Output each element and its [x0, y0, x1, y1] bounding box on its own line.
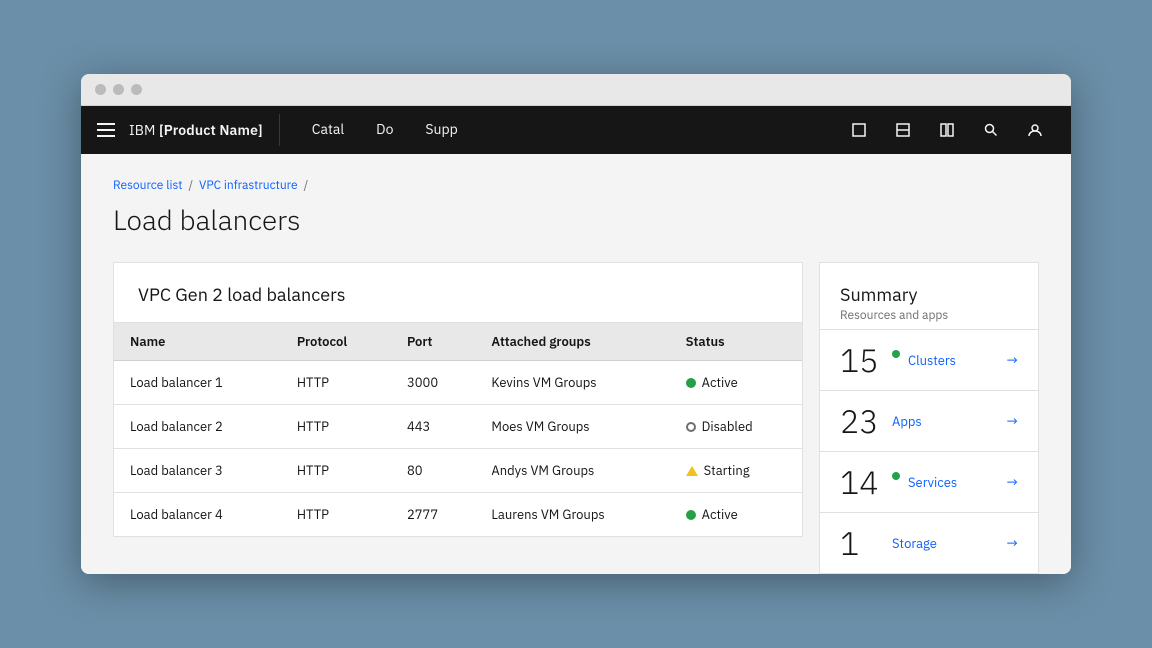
cell-name-3: Load balancer 3 [114, 449, 281, 493]
page-title: Load balancers [113, 201, 1039, 238]
status-dot-gray [686, 422, 696, 432]
col-name: Name [114, 323, 281, 361]
status-badge-active-4: Active [686, 506, 786, 523]
status-badge-starting-3: Starting [686, 462, 786, 479]
status-badge-active-1: Active [686, 374, 786, 391]
cell-groups-2: Moes VM Groups [475, 405, 669, 449]
breadcrumb-sep-2: / [304, 178, 309, 193]
status-text-2: Disabled [702, 418, 753, 435]
cell-status-4: Active [670, 493, 802, 537]
col-port: Port [391, 323, 475, 361]
cell-port-1: 3000 [391, 361, 475, 405]
summary-dot-clusters [892, 350, 900, 358]
load-balancers-table: Name Protocol Port Attached groups Statu… [114, 323, 802, 536]
summary-title: Summary [840, 283, 1018, 306]
nav-link-docs[interactable]: Do [360, 106, 409, 154]
cell-groups-4: Laurens VM Groups [475, 493, 669, 537]
breadcrumb: Resource list / VPC infrastructure / [113, 178, 1039, 193]
summary-dot-services [892, 472, 900, 480]
summary-arrow-services[interactable]: → [1007, 473, 1018, 491]
summary-sidebar: Summary Resources and apps 15 Clusters → [819, 262, 1039, 574]
browser-chrome [81, 74, 1071, 106]
cell-protocol-2: HTTP [281, 405, 391, 449]
search-icon[interactable] [971, 106, 1011, 154]
cell-protocol-1: HTTP [281, 361, 391, 405]
breadcrumb-vpc[interactable]: VPC infrastructure [199, 178, 298, 193]
summary-item-services[interactable]: 14 Services → [820, 451, 1038, 512]
cell-port-3: 80 [391, 449, 475, 493]
cell-protocol-3: HTTP [281, 449, 391, 493]
brand-name: IBM [Product Name] [129, 121, 263, 139]
table-row[interactable]: Load balancer 1 HTTP 3000 Kevins VM Grou… [114, 361, 802, 405]
nav-link-catalog[interactable]: Catal [296, 106, 360, 154]
main-layout: VPC Gen 2 load balancers Name Protocol P… [113, 262, 1039, 574]
cell-name-4: Load balancer 4 [114, 493, 281, 537]
user-icon[interactable] [1015, 106, 1055, 154]
nav-links: Catal Do Supp [296, 106, 839, 154]
summary-header: Summary Resources and apps [820, 263, 1038, 329]
content-layer: Resource list / VPC infrastructure / Loa… [81, 154, 1071, 574]
cell-port-2: 443 [391, 405, 475, 449]
hamburger-menu-icon[interactable] [97, 123, 115, 137]
browser-dot-red [95, 84, 106, 95]
summary-count-apps: 23 [840, 405, 884, 437]
cell-protocol-4: HTTP [281, 493, 391, 537]
summary-arrow-apps[interactable]: → [1007, 412, 1018, 430]
summary-subtitle: Resources and apps [840, 308, 1018, 323]
cell-status-3: Starting [670, 449, 802, 493]
status-text-3: Starting [704, 462, 750, 479]
table-row[interactable]: Load balancer 2 HTTP 443 Moes VM Groups … [114, 405, 802, 449]
table-section-title: VPC Gen 2 load balancers [114, 263, 802, 323]
summary-count-storage: 1 [840, 527, 884, 559]
summary-item-storage[interactable]: 1 Storage → [820, 512, 1038, 573]
top-nav: IBM [Product Name] Catal Do Supp [81, 106, 1071, 154]
nav-icon-layout2[interactable] [883, 106, 923, 154]
summary-link-services[interactable]: Services [908, 474, 999, 491]
table-section: VPC Gen 2 load balancers Name Protocol P… [113, 262, 803, 537]
nav-actions [839, 106, 1055, 154]
status-dot-green-4 [686, 510, 696, 520]
status-badge-disabled-2: Disabled [686, 418, 786, 435]
col-protocol: Protocol [281, 323, 391, 361]
col-groups: Attached groups [475, 323, 669, 361]
summary-arrow-clusters[interactable]: → [1007, 351, 1018, 369]
status-triangle-warning [686, 466, 698, 476]
table-body: Load balancer 1 HTTP 3000 Kevins VM Grou… [114, 361, 802, 537]
cell-port-4: 2777 [391, 493, 475, 537]
summary-arrow-storage[interactable]: → [1007, 534, 1018, 552]
summary-item-apps[interactable]: 23 Apps → [820, 390, 1038, 451]
nav-divider [279, 114, 280, 146]
status-text-1: Active [702, 374, 738, 391]
cell-name-2: Load balancer 2 [114, 405, 281, 449]
page-content: Resource list / VPC infrastructure / Loa… [81, 154, 1071, 574]
browser-dot-yellow [113, 84, 124, 95]
breadcrumb-sep-1: / [188, 178, 193, 193]
summary-item-clusters[interactable]: 15 Clusters → [820, 329, 1038, 390]
nav-icon-layout1[interactable] [839, 106, 879, 154]
nav-icon-layout3[interactable] [927, 106, 967, 154]
table-header: Name Protocol Port Attached groups Statu… [114, 323, 802, 361]
table-row[interactable]: Load balancer 4 HTTP 2777 Laurens VM Gro… [114, 493, 802, 537]
cell-groups-1: Kevins VM Groups [475, 361, 669, 405]
brand-ibm: IBM [129, 121, 159, 139]
breadcrumb-resource-list[interactable]: Resource list [113, 178, 182, 193]
nav-link-support[interactable]: Supp [409, 106, 473, 154]
summary-link-apps[interactable]: Apps [892, 413, 999, 430]
col-status: Status [670, 323, 802, 361]
cell-groups-3: Andys VM Groups [475, 449, 669, 493]
cell-status-1: Active [670, 361, 802, 405]
table-row[interactable]: Load balancer 3 HTTP 80 Andys VM Groups … [114, 449, 802, 493]
status-dot-green [686, 378, 696, 388]
cell-name-1: Load balancer 1 [114, 361, 281, 405]
summary-count-services: 14 [840, 466, 884, 498]
browser-dot-green [131, 84, 142, 95]
cell-status-2: Disabled [670, 405, 802, 449]
status-text-4: Active [702, 506, 738, 523]
summary-link-storage[interactable]: Storage [892, 535, 999, 552]
page-wrapper: Resource list / VPC infrastructure / Loa… [81, 154, 1071, 574]
summary-count-clusters: 15 [840, 344, 884, 376]
summary-link-clusters[interactable]: Clusters [908, 352, 999, 369]
brand-product: [Product Name] [159, 121, 263, 139]
